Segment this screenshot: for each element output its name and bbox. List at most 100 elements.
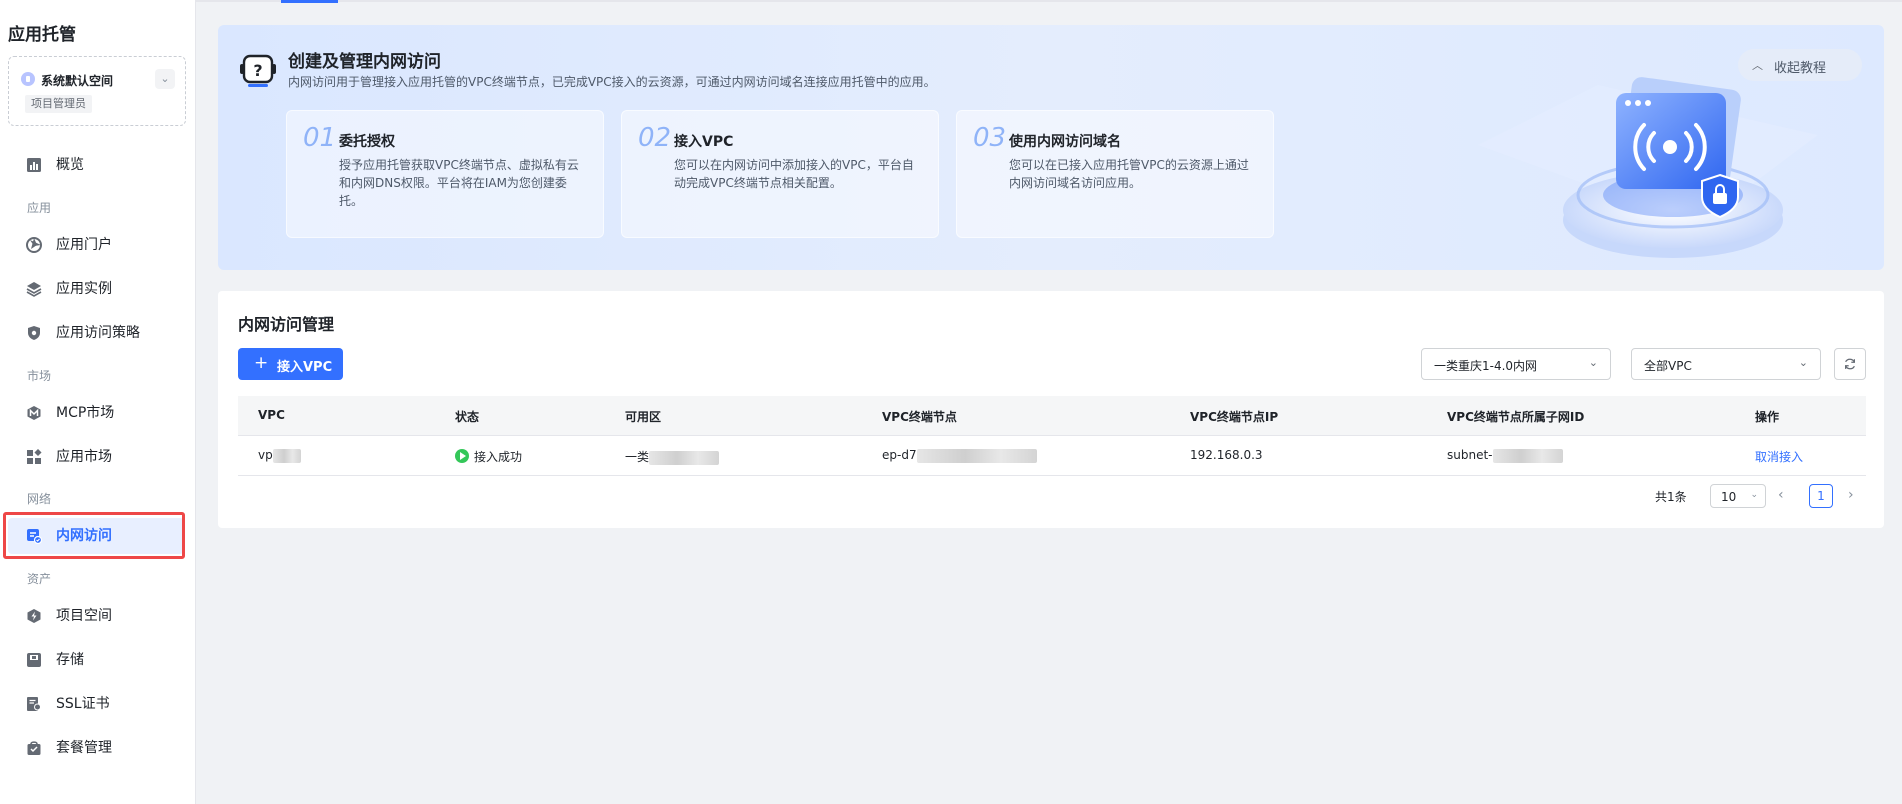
sidebar-item-label: 应用市场: [56, 449, 112, 465]
endpoint-ip-cell: 192.168.0.3: [1190, 448, 1263, 462]
vpc-filter-select[interactable]: 全部VPC ⌄: [1631, 348, 1821, 380]
chevron-up-icon: ︿: [1752, 59, 1763, 72]
sidebar-item-label: 项目空间: [56, 608, 112, 624]
step-title: 接入VPC: [674, 134, 734, 150]
sidebar-item-label: MCP市场: [56, 405, 115, 421]
space-icon: [21, 72, 35, 86]
sidebar-item-app-instance[interactable]: 应用实例: [8, 271, 184, 307]
active-tab-indicator: [281, 0, 338, 3]
step-number: 01: [303, 123, 337, 153]
column-header: VPC终端节点IP: [1190, 410, 1279, 424]
zone-cell: 一类: [625, 448, 720, 465]
intranet-management-card: 内网访问管理 + 接入VPC 一类重庆1-4.0内网 ⌄ 全部VPC ⌄ VPC…: [218, 291, 1884, 528]
refresh-button[interactable]: [1834, 348, 1866, 380]
nav-group-app: 应用: [27, 201, 52, 215]
robot-help-icon: ?: [240, 54, 276, 87]
sidebar-item-app-market[interactable]: 应用市场: [8, 439, 184, 475]
redacted-text: [1492, 448, 1563, 463]
add-vpc-button[interactable]: + 接入VPC: [238, 348, 343, 380]
step-card: 03 使用内网访问域名 您可以在已接入应用托管VPC的云资源上通过内网访问域名访…: [956, 110, 1274, 238]
nav-group-network: 网络: [27, 492, 52, 506]
nav-group-market: 市场: [27, 369, 52, 383]
step-card: 01 委托授权 授予应用托管获取VPC终端节点、虚拟私有云和内网DNS权限。平台…: [286, 110, 604, 238]
column-header: 操作: [1755, 410, 1780, 424]
sidebar-item-app-policy[interactable]: 应用访问策略: [8, 315, 184, 351]
cancel-access-link[interactable]: 取消接入: [1755, 448, 1803, 465]
success-status-icon: [455, 449, 469, 463]
chevron-down-icon[interactable]: ⌄: [155, 69, 175, 89]
intranet-icon: [27, 529, 42, 544]
redacted-text: [916, 448, 1037, 463]
sidebar-item-label: 套餐管理: [56, 740, 112, 756]
region-select[interactable]: 一类重庆1-4.0内网 ⌄: [1421, 348, 1611, 380]
endpoint-cell: ep-d7: [882, 448, 1037, 463]
sidebar-item-ssl[interactable]: SSL证书: [8, 686, 184, 722]
table-header: VPC 状态 可用区 VPC终端节点 VPC终端节点IP VPC终端节点所属子网…: [238, 396, 1866, 436]
aperture-icon: [26, 237, 42, 253]
sidebar-item-overview[interactable]: 概览: [8, 147, 184, 183]
column-header: 状态: [455, 410, 480, 424]
prev-page-icon[interactable]: ‹: [1778, 487, 1784, 503]
chevron-down-icon: ⌄: [1798, 356, 1808, 369]
column-header: VPC: [258, 408, 285, 422]
space-selector[interactable]: 系统默认空间 ⌄ 项目管理员: [8, 56, 186, 126]
sidebar-item-intranet[interactable]: 内网访问: [8, 518, 184, 554]
step-card: 02 接入VPC 您可以在内网访问中添加接入的VPC，平台自动完成VPC终端节点…: [621, 110, 939, 238]
svg-text:?: ?: [253, 61, 262, 80]
chevron-down-icon: ⌄: [1588, 356, 1598, 369]
step-title: 委托授权: [339, 134, 395, 150]
sidebar-item-label: 内网访问: [56, 528, 112, 544]
certificate-icon: [27, 697, 41, 711]
step-number: 03: [973, 123, 1007, 153]
next-page-icon[interactable]: ›: [1848, 487, 1854, 503]
app-title: 应用托管: [8, 25, 76, 45]
section-title: 内网访问管理: [238, 315, 335, 334]
sidebar-item-label: 应用实例: [56, 281, 112, 297]
space-role-badge: 项目管理员: [25, 95, 92, 113]
step-description: 您可以在内网访问中添加接入的VPC，平台自动完成VPC终端节点相关配置。: [674, 158, 914, 190]
sidebar-item-label: SSL证书: [56, 696, 110, 712]
step-title: 使用内网访问域名: [1009, 134, 1121, 150]
column-header: 可用区: [625, 410, 662, 424]
sidebar-item-label: 应用访问策略: [56, 325, 140, 341]
storage-icon: [27, 653, 41, 667]
shield-icon: [28, 326, 40, 340]
plus-icon: +: [254, 353, 269, 373]
redacted-text: [272, 448, 301, 463]
step-number: 02: [638, 123, 672, 153]
status-cell: 接入成功: [455, 448, 522, 465]
bar-chart-icon: [27, 158, 41, 172]
page-size-select[interactable]: 10 ⌄: [1710, 484, 1766, 508]
grid-icon: [27, 449, 42, 464]
layers-icon: [26, 282, 42, 297]
chevron-down-icon: ⌄: [1750, 490, 1758, 500]
column-header: VPC终端节点所属子网ID: [1447, 410, 1585, 424]
sidebar-item-label: 存储: [56, 652, 84, 668]
sidebar-item-label: 应用门户: [56, 237, 112, 253]
collapse-tutorial-button[interactable]: ︿ 收起教程: [1738, 49, 1862, 81]
sidebar-item-app-portal[interactable]: 应用门户: [8, 227, 184, 263]
sidebar-item-label: 概览: [56, 157, 84, 173]
sidebar-item-storage[interactable]: 存储: [8, 642, 184, 678]
mcp-icon: [27, 406, 41, 420]
bolt-icon: [27, 609, 41, 623]
pager-total: 共1条: [1655, 490, 1687, 504]
step-description: 授予应用托管获取VPC终端节点、虚拟私有云和内网DNS权限。平台将在IAM为您创…: [339, 158, 579, 208]
banner-title: 创建及管理内网访问: [288, 52, 441, 72]
sidebar-item-mcp-market[interactable]: MCP市场: [8, 395, 184, 431]
refresh-icon: [1845, 358, 1855, 370]
sidebar-item-package[interactable]: 套餐管理: [8, 730, 184, 766]
subnet-cell: subnet-: [1447, 448, 1563, 463]
page-number-button[interactable]: 1: [1809, 484, 1833, 508]
sidebar: 应用托管 系统默认空间 ⌄ 项目管理员 概览 应用 应用门户 应用实例 应用访问…: [0, 0, 196, 804]
redacted-text: [649, 450, 720, 465]
banner-description: 内网访问用于管理接入应用托管的VPC终端节点，已完成VPC接入的云资源，可通过内…: [288, 75, 936, 89]
vpc-cell: vp: [258, 448, 301, 463]
top-divider: [196, 0, 1902, 2]
column-header: VPC终端节点: [882, 410, 957, 424]
package-icon: [27, 741, 41, 755]
step-description: 您可以在已接入应用托管VPC的云资源上通过内网访问域名访问应用。: [1009, 158, 1249, 190]
tutorial-banner: ? 创建及管理内网访问 内网访问用于管理接入应用托管的VPC终端节点，已完成VP…: [218, 25, 1884, 270]
table-row: vp 接入成功 一类 ep-d7 192.168.0.3 subnet- 取消接…: [238, 436, 1866, 476]
sidebar-item-project-space[interactable]: 项目空间: [8, 598, 184, 634]
